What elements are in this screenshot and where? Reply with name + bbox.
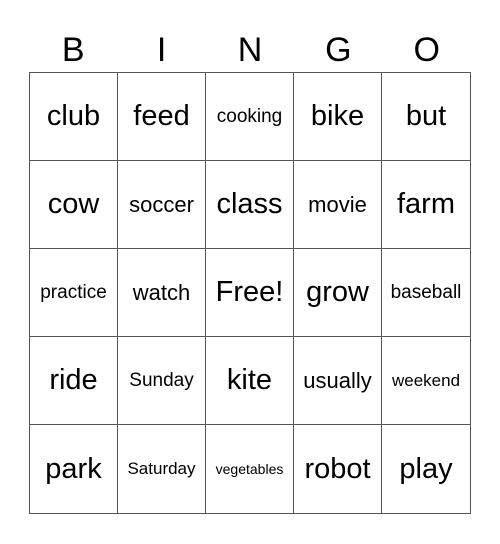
- bingo-cell[interactable]: watch: [118, 249, 206, 337]
- bingo-cell-text: kite: [226, 364, 273, 396]
- bingo-cell-text: cooking: [216, 105, 283, 127]
- bingo-cell-text: club: [46, 100, 101, 132]
- bingo-cell-text: Sunday: [129, 369, 194, 391]
- header-letter-b: B: [61, 31, 85, 69]
- bingo-cell[interactable]: baseball: [382, 249, 470, 337]
- header-letter-g: G: [325, 31, 352, 69]
- header-letter-i: I: [156, 31, 167, 69]
- bingo-cell-text: baseball: [390, 281, 462, 303]
- bingo-cell[interactable]: class: [206, 161, 294, 249]
- bingo-cell-text: feed: [133, 100, 190, 132]
- bingo-cell-text: but: [405, 100, 447, 132]
- bingo-cell[interactable]: Free!: [206, 249, 294, 337]
- bingo-card-grid: club feed cooking bike but cow soccer class movi…: [29, 72, 471, 514]
- bingo-cell[interactable]: cooking: [206, 73, 294, 161]
- bingo-cell-text: grow: [306, 276, 369, 308]
- bingo-cell[interactable]: farm: [382, 161, 470, 249]
- bingo-cell[interactable]: movie: [294, 161, 382, 249]
- bingo-cell-text: robot: [304, 452, 371, 485]
- bingo-cell[interactable]: usually: [294, 337, 382, 425]
- bingo-cell-text: usually: [303, 367, 372, 393]
- bingo-cell-text: soccer: [129, 191, 194, 217]
- header-letter-n: N: [237, 31, 263, 69]
- bingo-cell-text: practice: [40, 281, 107, 303]
- bingo-cell[interactable]: soccer: [118, 161, 206, 249]
- bingo-header: B I N G O: [29, 28, 471, 72]
- bingo-cell-text: play: [399, 452, 453, 485]
- header-letter-o: O: [413, 31, 440, 69]
- bingo-cell[interactable]: vegetables: [206, 425, 294, 513]
- bingo-cell[interactable]: play: [382, 425, 470, 513]
- bingo-cell[interactable]: robot: [294, 425, 382, 513]
- bingo-cell-text: Saturday: [127, 459, 196, 478]
- bingo-cell-text: watch: [132, 279, 191, 305]
- bingo-cell[interactable]: kite: [206, 337, 294, 425]
- bingo-cell[interactable]: practice: [30, 249, 118, 337]
- bingo-cell-text: farm: [397, 188, 455, 220]
- bingo-cell-text: ride: [49, 364, 98, 396]
- bingo-cell[interactable]: Saturday: [118, 425, 206, 513]
- bingo-cell[interactable]: feed: [118, 73, 206, 161]
- bingo-cell-text: bike: [310, 100, 365, 132]
- bingo-cell[interactable]: club: [30, 73, 118, 161]
- bingo-cell-text: vegetables: [215, 461, 284, 477]
- bingo-cell[interactable]: grow: [294, 249, 382, 337]
- bingo-cell-text: cow: [47, 188, 100, 220]
- bingo-cell[interactable]: ride: [30, 337, 118, 425]
- bingo-cell[interactable]: park: [30, 425, 118, 513]
- bingo-cell-text: weekend: [391, 370, 461, 390]
- bingo-cell-text: class: [216, 188, 283, 220]
- bingo-cell-text: Free!: [215, 276, 284, 308]
- bingo-cell-text: park: [45, 452, 102, 485]
- bingo-cell[interactable]: bike: [294, 73, 382, 161]
- bingo-cell[interactable]: weekend: [382, 337, 470, 425]
- bingo-cell-text: movie: [308, 191, 367, 217]
- bingo-cell[interactable]: cow: [30, 161, 118, 249]
- bingo-cell[interactable]: Sunday: [118, 337, 206, 425]
- bingo-cell[interactable]: but: [382, 73, 470, 161]
